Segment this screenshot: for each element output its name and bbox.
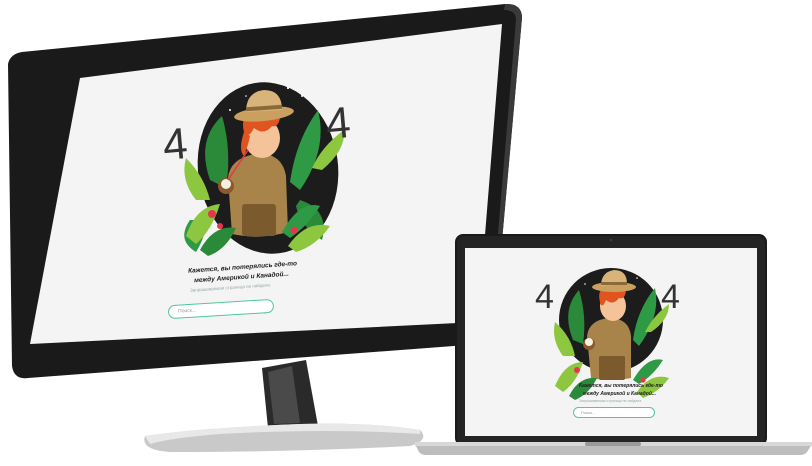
error-caption-sub: Запрашиваемая страница не найдена. <box>579 399 643 403</box>
search-input[interactable]: Поиск... <box>167 298 275 320</box>
error-digit-right: 4 <box>323 98 353 149</box>
laptop-frame <box>415 234 812 455</box>
error-digit-left: 4 <box>535 278 554 316</box>
device-mockup-stage: 4 4 Кажется, вы потерялись где-то между … <box>0 0 812 461</box>
error-digit-right: 4 <box>661 278 680 316</box>
error-caption-sub: Запрашиваемая страница не найдена. <box>189 282 272 293</box>
error-caption-line2: между Америкой и Канадой... <box>583 391 657 397</box>
laptop: 4 4 Кажется, вы потерялись где-то между … <box>415 232 812 461</box>
search-placeholder: Поиск... <box>581 409 596 415</box>
error-digit-left: 4 <box>160 119 190 170</box>
search-placeholder: Поиск... <box>177 307 197 315</box>
search-input[interactable]: Поиск... <box>573 407 655 418</box>
error-caption-line1: Кажется, вы потерялись где-то <box>579 383 663 389</box>
